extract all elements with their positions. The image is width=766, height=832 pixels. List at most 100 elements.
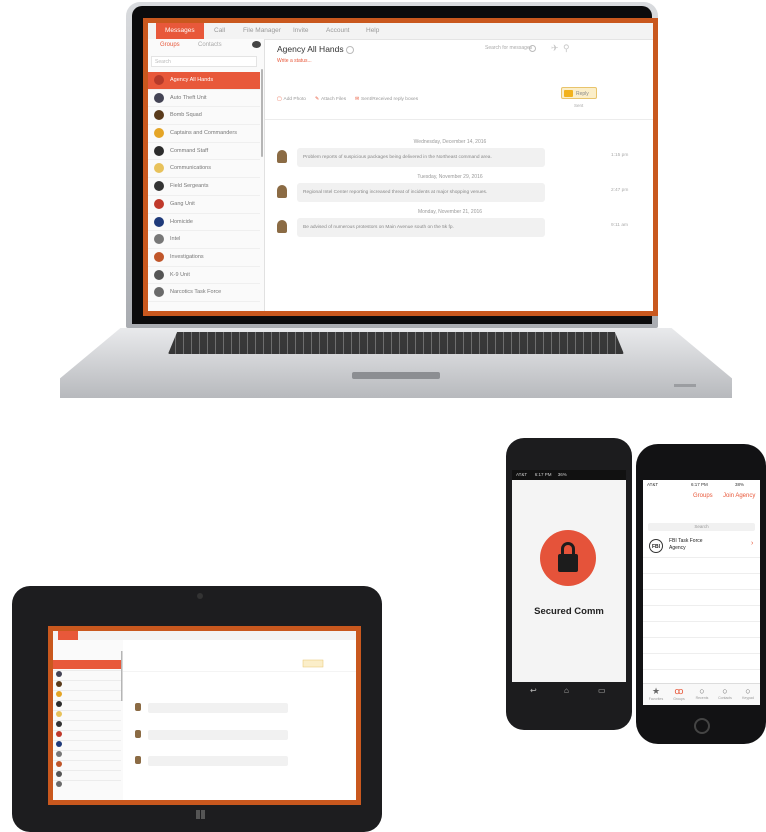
sidebar-item-group[interactable]: Narcotics Task Force (148, 284, 260, 302)
sidebar-tabs: Groups Contacts (148, 39, 264, 53)
compose-actions: ▢ Add Photo ✎ Attach Files ✉ Sent/Received … (277, 87, 647, 113)
message-bubble[interactable]: Regional Intel Center reporting increase… (297, 183, 545, 202)
search-icon[interactable] (529, 45, 536, 52)
reply-button[interactable]: Reply (561, 87, 597, 99)
list-item[interactable]: FBI FBI Task Force Agency › (643, 535, 760, 558)
camera-icon (197, 593, 203, 599)
tablet-screen (48, 626, 361, 805)
android-screen: AT&T 6:17 PM 36% Secured Comm (512, 470, 626, 682)
message-time: 1:15 pm (611, 153, 629, 158)
reply-icon (564, 90, 573, 97)
recents-icon[interactable]: ▭ (598, 686, 606, 695)
message-time: 2:47 pm (611, 188, 629, 193)
sidebar-item-group[interactable]: Gang Unit (148, 196, 260, 214)
group-search-input[interactable]: Search (648, 523, 755, 531)
tab-file-manager[interactable]: File Manager (243, 23, 281, 39)
group-avatar-icon (154, 163, 164, 174)
group-avatar-icon (154, 216, 164, 227)
message-search-input[interactable]: Search for messages (485, 45, 532, 51)
group-list: Agency All Hands Auto Theft Unit Bomb Squa… (148, 72, 260, 302)
sidebar-item-label: K-9 Unit (170, 271, 190, 278)
conversation-pane: Agency All Hands Search for messages ✈ ⚲… (265, 39, 653, 311)
reply-boxes-button[interactable]: ✉ Sent/Received reply boxes (355, 97, 418, 102)
tab-favorites[interactable]: ★ Favorites (645, 686, 667, 701)
fbi-badge-icon: FBI (649, 539, 663, 553)
windows-logo-icon (196, 810, 205, 819)
sidebar-item-group[interactable]: Captains and Commanders (148, 125, 260, 143)
sender-avatar (277, 220, 287, 233)
tab-messages[interactable]: Messages (156, 23, 204, 39)
sidebar-item-label: Investigations (170, 253, 204, 260)
divider (265, 119, 653, 120)
add-photo-button[interactable]: ▢ Add Photo (277, 97, 306, 102)
sidebar-item-label: Narcotics Task Force (170, 289, 222, 296)
tab-recents[interactable]: ○ Recents (691, 686, 713, 700)
tablet-app-mini (53, 631, 356, 800)
group-avatar-icon (154, 75, 164, 85)
sidebar-scrollbar[interactable] (261, 69, 263, 157)
attach-files-button[interactable]: ✎ Attach Files (315, 97, 346, 102)
tab-call[interactable]: Call (214, 23, 225, 39)
message-bubble[interactable]: Be advised of numerous protestors on Mai… (297, 218, 545, 237)
sidebar-item-group[interactable]: Bomb Squad (148, 107, 260, 126)
empty-list-rows (643, 558, 760, 678)
group-avatar-icon (154, 287, 164, 298)
new-chat-icon[interactable] (252, 41, 261, 48)
group-search-input[interactable]: Search (151, 56, 257, 67)
group-avatar-icon (154, 181, 164, 192)
tab-keypad[interactable]: ○ Keypad (737, 686, 759, 700)
lock-logo-icon (540, 530, 596, 586)
camera-icon: ▢ (277, 97, 282, 102)
group-avatar-icon (154, 145, 164, 156)
iphone-screen: AT&T 6:17 PM 38% Groups Join Agency Sear… (643, 480, 760, 705)
android-status-bar: AT&T 6:17 PM 36% (512, 470, 626, 480)
sidebar-item-group[interactable]: Field Sergeants (148, 178, 260, 196)
sidebar-item-group[interactable]: K-9 Unit (148, 267, 260, 285)
group-avatar-icon (154, 198, 164, 209)
tab-account[interactable]: Account (326, 23, 350, 39)
sender-avatar (277, 185, 287, 198)
join-agency-button[interactable]: Join Agency (723, 493, 755, 499)
sidebar-item-label: Bomb Squad (170, 112, 202, 119)
message-bubble[interactable]: Problem reports of suspicious packages b… (297, 148, 545, 167)
trackpad (352, 372, 440, 379)
sidebar-item-group[interactable]: Intel (148, 231, 260, 249)
sidebar-item-group[interactable]: Communications (148, 160, 260, 179)
tab-help[interactable]: Help (366, 23, 379, 39)
tab-contacts[interactable]: Contacts (198, 42, 222, 48)
tab-groups[interactable]: ꝏ Groups (668, 686, 690, 701)
message-date: Wednesday, December 14, 2016 (413, 139, 487, 145)
sidebar-item-group[interactable]: Homicide (148, 214, 260, 232)
sidebar-item-group[interactable]: Auto Theft Unit (148, 90, 260, 108)
home-icon[interactable]: ⌂ (564, 686, 569, 695)
write-status-link[interactable]: Write a status... (277, 58, 312, 64)
lock-body (558, 554, 578, 572)
sidebar-item-group[interactable]: Agency All Hands (148, 72, 260, 90)
message-date: Monday, November 21, 2016 (417, 209, 483, 215)
home-button[interactable] (694, 718, 710, 734)
iphone-status-bar: AT&T 6:17 PM 38% (647, 482, 745, 487)
group-avatar-icon (154, 251, 164, 262)
sender-avatar (277, 150, 287, 163)
sent-label: Sent (574, 103, 584, 108)
group-avatar-icon (154, 128, 164, 139)
sidebar-item-label: Field Sergeants (170, 183, 209, 190)
sidebar-item-label: Homicide (170, 218, 193, 225)
back-icon[interactable]: ↩ (530, 686, 537, 695)
tab-invite[interactable]: Invite (293, 23, 309, 39)
status-circle-icon (345, 45, 354, 54)
sidebar-item-group[interactable]: Investigations (148, 249, 260, 267)
sidebar-item-group[interactable]: Command Staff (148, 143, 260, 161)
tab-groups[interactable]: Groups (160, 42, 180, 48)
group-avatar-icon (154, 110, 164, 121)
sidebar-item-label: Communications (170, 165, 211, 172)
envelope-icon: ✉ (355, 97, 360, 102)
top-tab-bar: Messages Call File Manager Invite Accoun… (148, 23, 653, 40)
pin-icon[interactable]: ✈ (551, 43, 559, 54)
sidebar-item-label: Intel (170, 236, 181, 243)
brand-name: Secured Comm (534, 606, 604, 617)
tab-contacts[interactable]: ○ Contacts (714, 686, 736, 700)
person-icon[interactable]: ⚲ (563, 43, 570, 54)
sidebar-item-label: Gang Unit (170, 200, 195, 207)
keyboard (168, 332, 624, 354)
